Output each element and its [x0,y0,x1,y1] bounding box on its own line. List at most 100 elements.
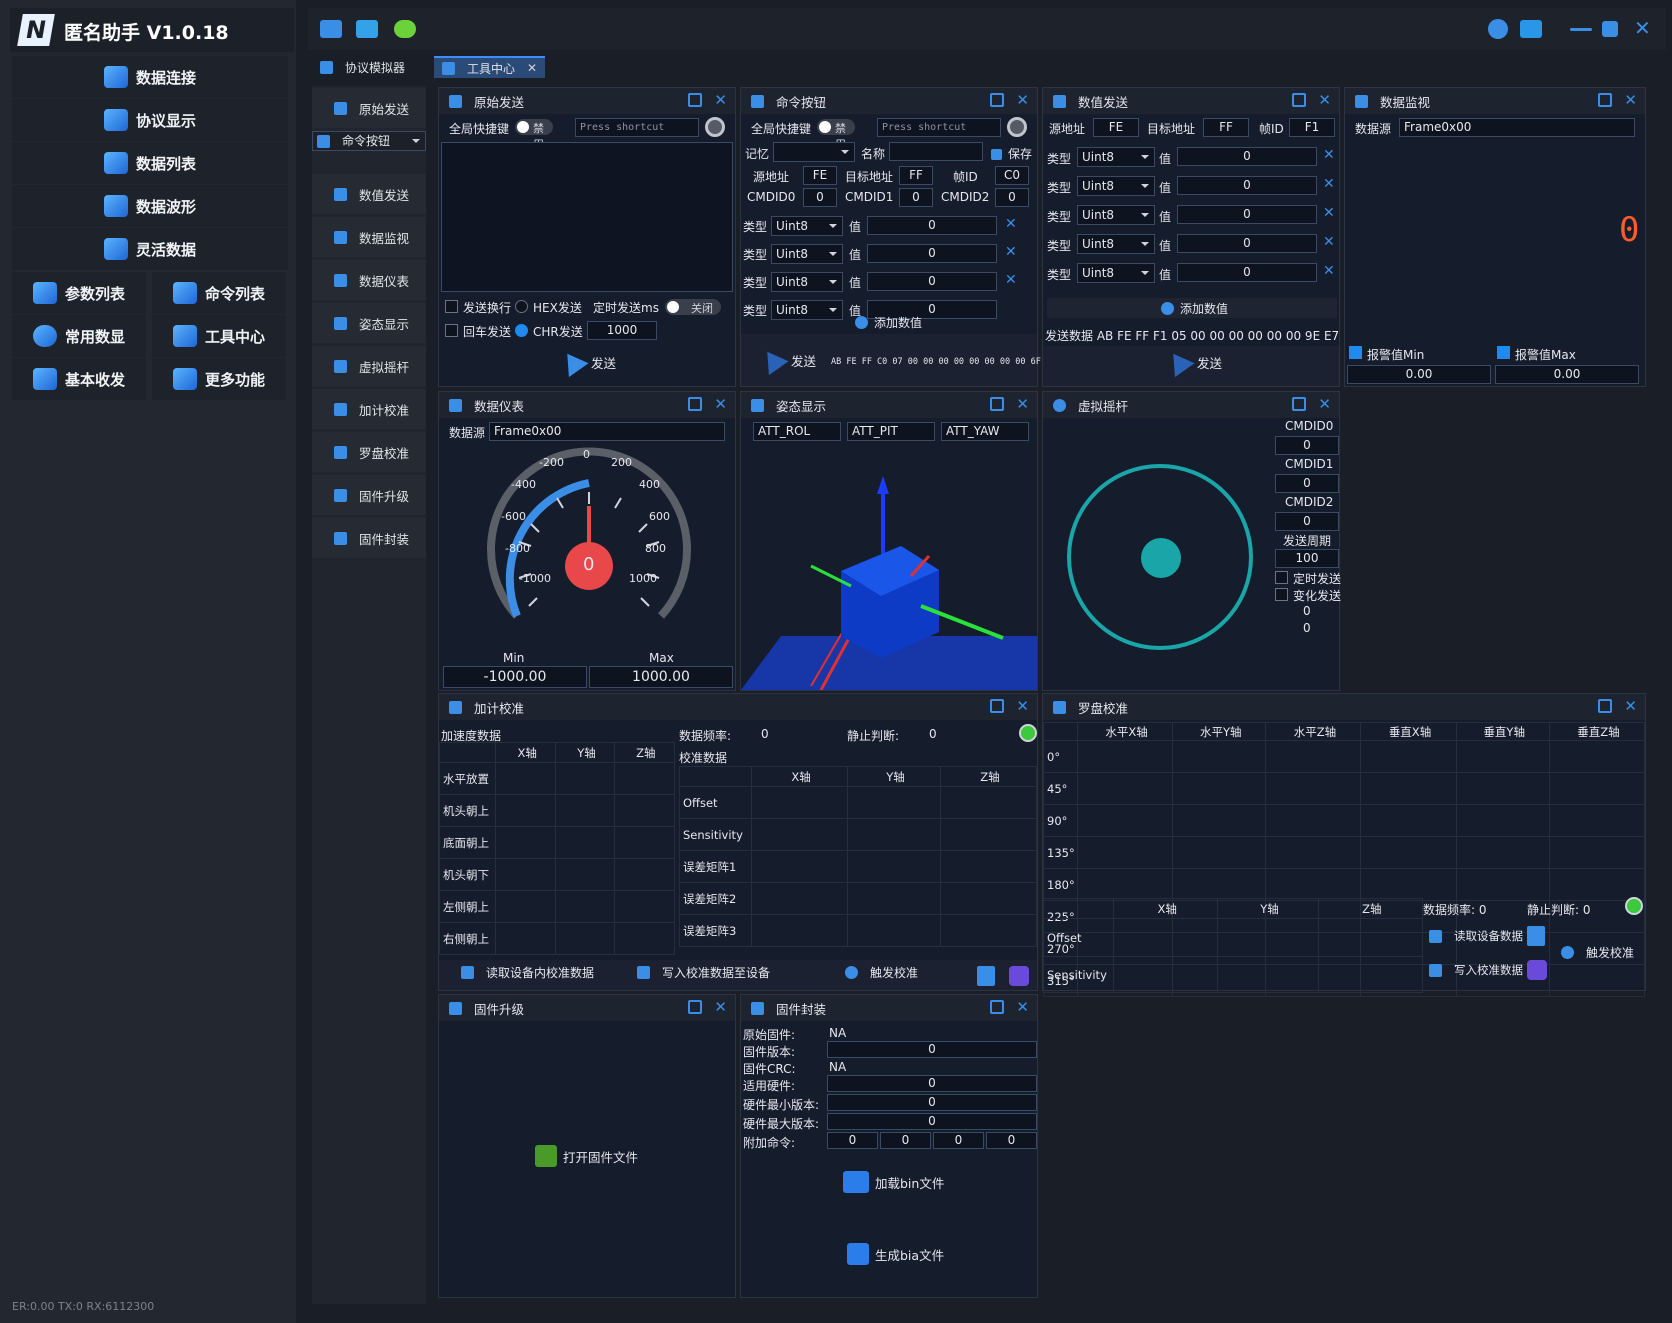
maximize-icon[interactable] [1602,21,1618,37]
add-value-button[interactable]: 添加数值 [1161,300,1228,317]
nav-data-list[interactable]: 数据列表 [12,142,288,184]
dst-input[interactable]: FF [899,166,933,185]
shortcut-input[interactable]: Press shortcut [877,118,1001,137]
type-select[interactable]: Uint8 [771,300,843,320]
add-value-button[interactable]: 添加数值 [855,314,922,331]
alarm-max-input[interactable]: 0.00 [1495,365,1639,384]
cmd-send-button[interactable]: 发送 [757,344,816,376]
extra-cmd-input[interactable]: 0 [986,1132,1037,1149]
value-input[interactable]: 0 [1177,205,1317,224]
nav-param-list[interactable]: 参数列表 [12,272,146,314]
close-icon[interactable]: ✕ [1318,93,1331,108]
tab-protocol-sim[interactable]: 协议模拟器 [312,56,413,78]
record-icon[interactable] [1007,117,1027,137]
close-icon[interactable]: ✕ [1634,16,1651,40]
shortcut-toggle[interactable]: 禁用 [515,119,553,151]
timer-send-checkbox[interactable] [1275,571,1288,584]
cmdid0-input[interactable]: 0 [803,188,837,207]
type-select[interactable]: Uint8 [1077,234,1155,254]
write-calib-button[interactable]: 写入校准数据至设备 [637,964,770,981]
close-icon[interactable]: ✕ [1624,93,1637,108]
float-icon[interactable] [688,397,703,411]
float-icon[interactable] [1292,93,1307,107]
type-select[interactable]: Uint8 [1077,263,1155,283]
extra-cmd-input[interactable]: 0 [880,1132,931,1149]
tool-nav-raw-send[interactable]: 原始发送 [312,88,426,128]
raw-send-button[interactable]: 发送 [557,346,616,378]
hw-max-input[interactable]: 0 [827,1113,1037,1130]
remove-icon[interactable]: ✕ [1323,205,1335,221]
cmdid2-input[interactable]: 0 [1275,512,1339,531]
fw-version-input[interactable]: 0 [827,1041,1037,1058]
close-icon[interactable]: ✕ [1016,93,1029,108]
timer-toggle[interactable]: 关闭 [665,299,721,315]
remove-icon[interactable]: ✕ [1323,263,1335,279]
tab-tool-center[interactable]: 工具中心 ✕ [434,56,546,78]
chr-radio[interactable] [515,324,528,337]
shortcut-toggle[interactable]: 禁用 [817,119,855,151]
period-input[interactable]: 100 [1275,549,1339,568]
dst-input[interactable]: FF [1203,118,1249,137]
close-icon[interactable]: ✕ [1624,699,1637,714]
float-icon[interactable] [1598,93,1613,107]
record-icon[interactable] [705,117,725,137]
newline-checkbox[interactable] [445,300,458,313]
value-input[interactable]: 0 [1177,263,1317,282]
screens-icon[interactable] [356,20,378,38]
close-icon[interactable]: ✕ [714,93,727,108]
memo-select[interactable] [773,142,855,162]
type-select[interactable]: Uint8 [1077,176,1155,196]
fid-input[interactable]: F1 [1289,118,1335,137]
link-icon[interactable] [394,20,416,38]
trash-icon[interactable] [1527,926,1545,946]
save-button[interactable]: 保存 [991,145,1032,162]
write-calib-button[interactable]: 写入校准数据 [1429,962,1523,978]
name-input[interactable] [889,142,983,161]
type-select[interactable]: Uint8 [771,272,843,292]
cmdid1-input[interactable]: 0 [899,188,933,207]
value-input[interactable]: 0 [1177,234,1317,253]
shortcut-input[interactable]: Press shortcut [575,118,699,137]
gauge-min-input[interactable]: -1000.00 [443,666,587,688]
tab-close-icon[interactable]: ✕ [527,61,537,75]
alarm-min-checkbox[interactable] [1349,346,1362,359]
badge-icon[interactable] [1527,960,1547,980]
yaw-field[interactable]: ATT_YAW [941,422,1029,441]
roll-field[interactable]: ATT_ROL [753,422,841,441]
cmdid1-input[interactable]: 0 [1275,474,1339,493]
source-input[interactable]: Frame0x00 [1399,118,1635,137]
change-send-checkbox[interactable] [1275,588,1288,601]
remove-icon[interactable]: ✕ [1005,244,1017,260]
nav-basic-io[interactable]: 基本收发 [12,358,146,400]
tool-nav-gauge[interactable]: 数据仪表 [312,260,426,300]
alarm-min-input[interactable]: 0.00 [1347,365,1491,384]
nav-flex-data[interactable]: 灵活数据 [12,228,288,270]
minimize-icon[interactable] [1570,28,1592,31]
source-input[interactable]: Frame0x00 [489,422,725,441]
badge-icon[interactable] [1009,966,1029,986]
value-input[interactable]: 0 [1177,147,1317,166]
float-icon[interactable] [688,93,703,107]
close-icon[interactable]: ✕ [1016,1000,1029,1015]
remove-icon[interactable]: ✕ [1323,176,1335,192]
src-input[interactable]: FE [803,166,837,185]
value-input[interactable]: 0 [867,272,997,291]
float-icon[interactable] [1292,397,1307,411]
tool-nav-fw-pack[interactable]: 固件封装 [312,518,426,558]
tool-nav-fw-upgrade[interactable]: 固件升级 [312,475,426,515]
nav-protocol-display[interactable]: 协议显示 [12,99,288,141]
screen-icon[interactable] [1520,20,1542,38]
float-icon[interactable] [1598,699,1613,713]
load-bin-button[interactable]: 加载bin文件 [843,1171,944,1193]
value-input[interactable]: 0 [867,244,997,263]
nav-common-display[interactable]: 常用数显 [12,315,146,357]
remove-icon[interactable]: ✕ [1005,216,1017,232]
value-send-button[interactable]: 发送 [1163,346,1222,378]
extra-cmd-input[interactable]: 0 [827,1132,878,1149]
joystick-knob[interactable] [1141,538,1181,578]
src-input[interactable]: FE [1093,118,1139,137]
type-select[interactable]: Uint8 [771,216,843,236]
tool-nav-value-send[interactable]: 数值发送 [312,174,426,214]
gauge-max-input[interactable]: 1000.00 [589,666,733,688]
hw-input[interactable]: 0 [827,1075,1037,1092]
